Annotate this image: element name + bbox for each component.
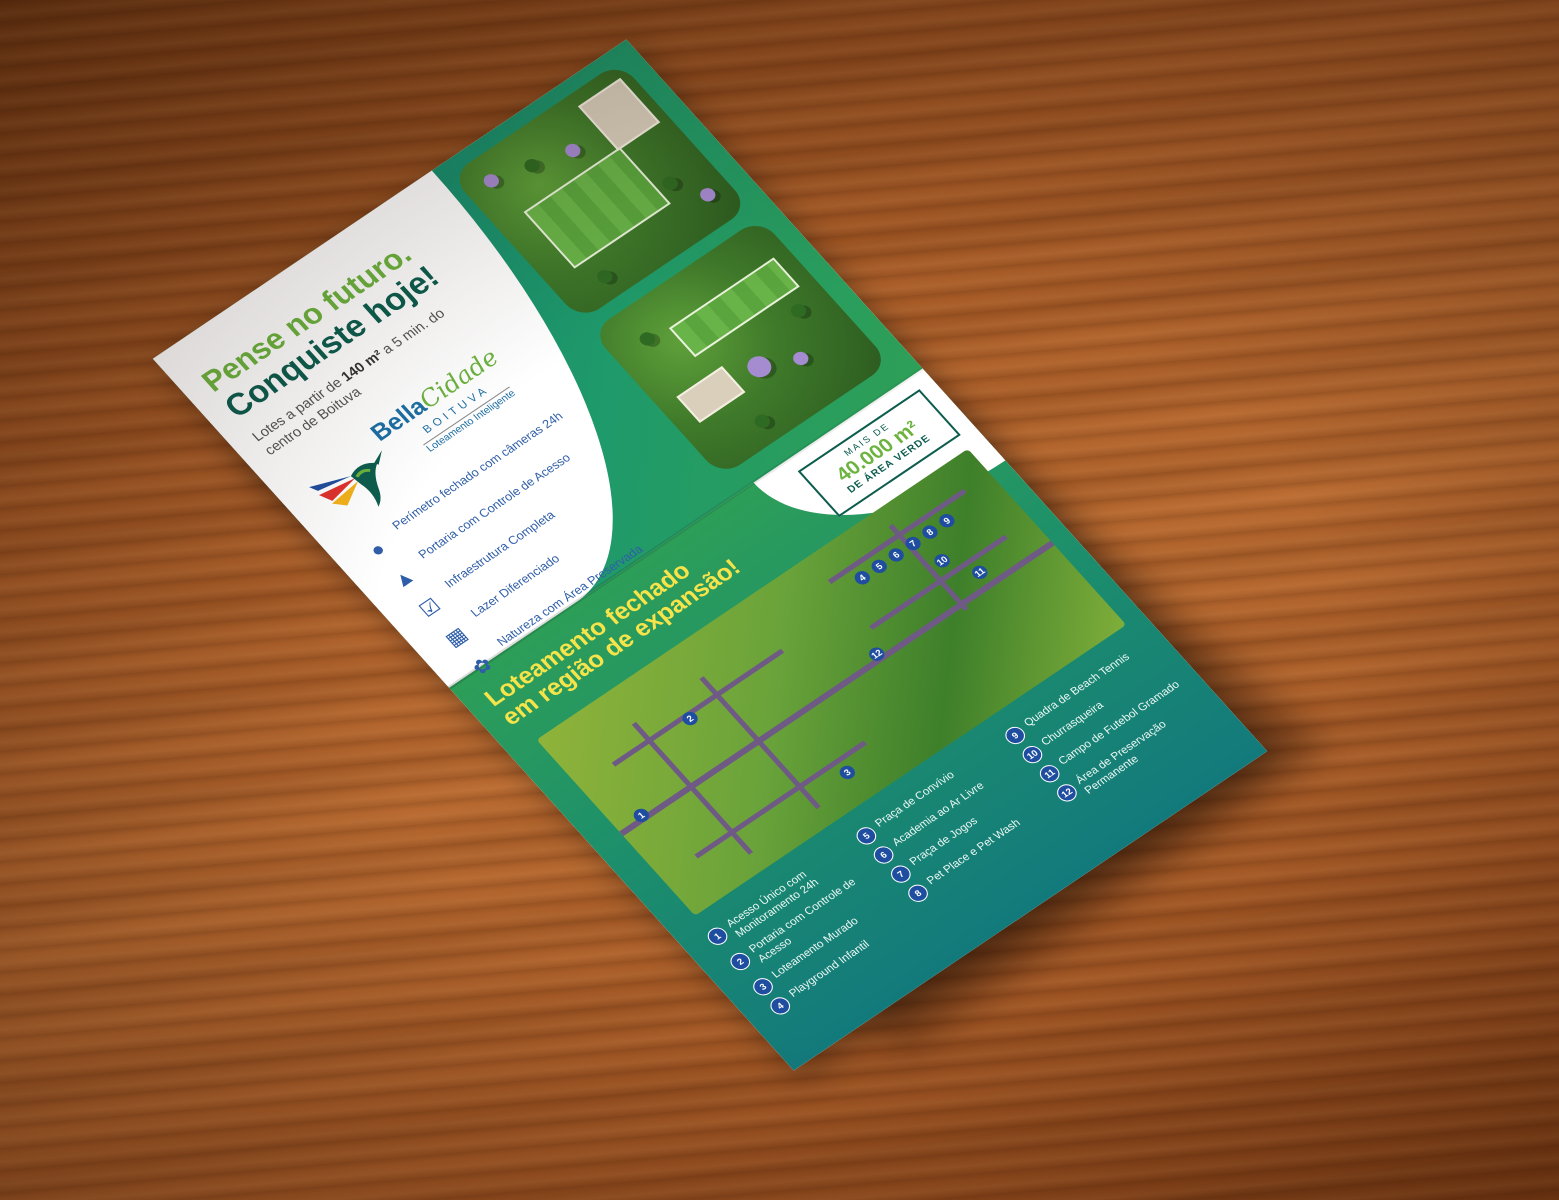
map-pin: 8 [919,522,941,542]
road [631,721,754,855]
tree [742,352,777,382]
tree [751,411,773,431]
map-pin: 6 [885,545,907,565]
map-pin: 5 [868,556,890,576]
map-pin: 4 [851,568,874,588]
tree [636,329,659,349]
map-pin: 10 [931,551,953,571]
tree [790,349,812,368]
tree [787,301,810,321]
map-pin: 2 [679,709,701,728]
tree [562,141,584,160]
map-pin: 7 [902,534,924,553]
map-pin: 11 [969,562,991,582]
road [699,676,821,810]
grass-strip [668,257,800,358]
map-pin: 3 [836,763,859,782]
soccer-pitch [523,147,671,269]
map-pin: 12 [866,644,888,664]
tree [697,185,719,205]
pergola [676,366,746,423]
tree [480,171,503,191]
tree [593,267,616,286]
tree [521,156,543,176]
map-pin: 9 [936,511,958,531]
tree [659,173,681,193]
